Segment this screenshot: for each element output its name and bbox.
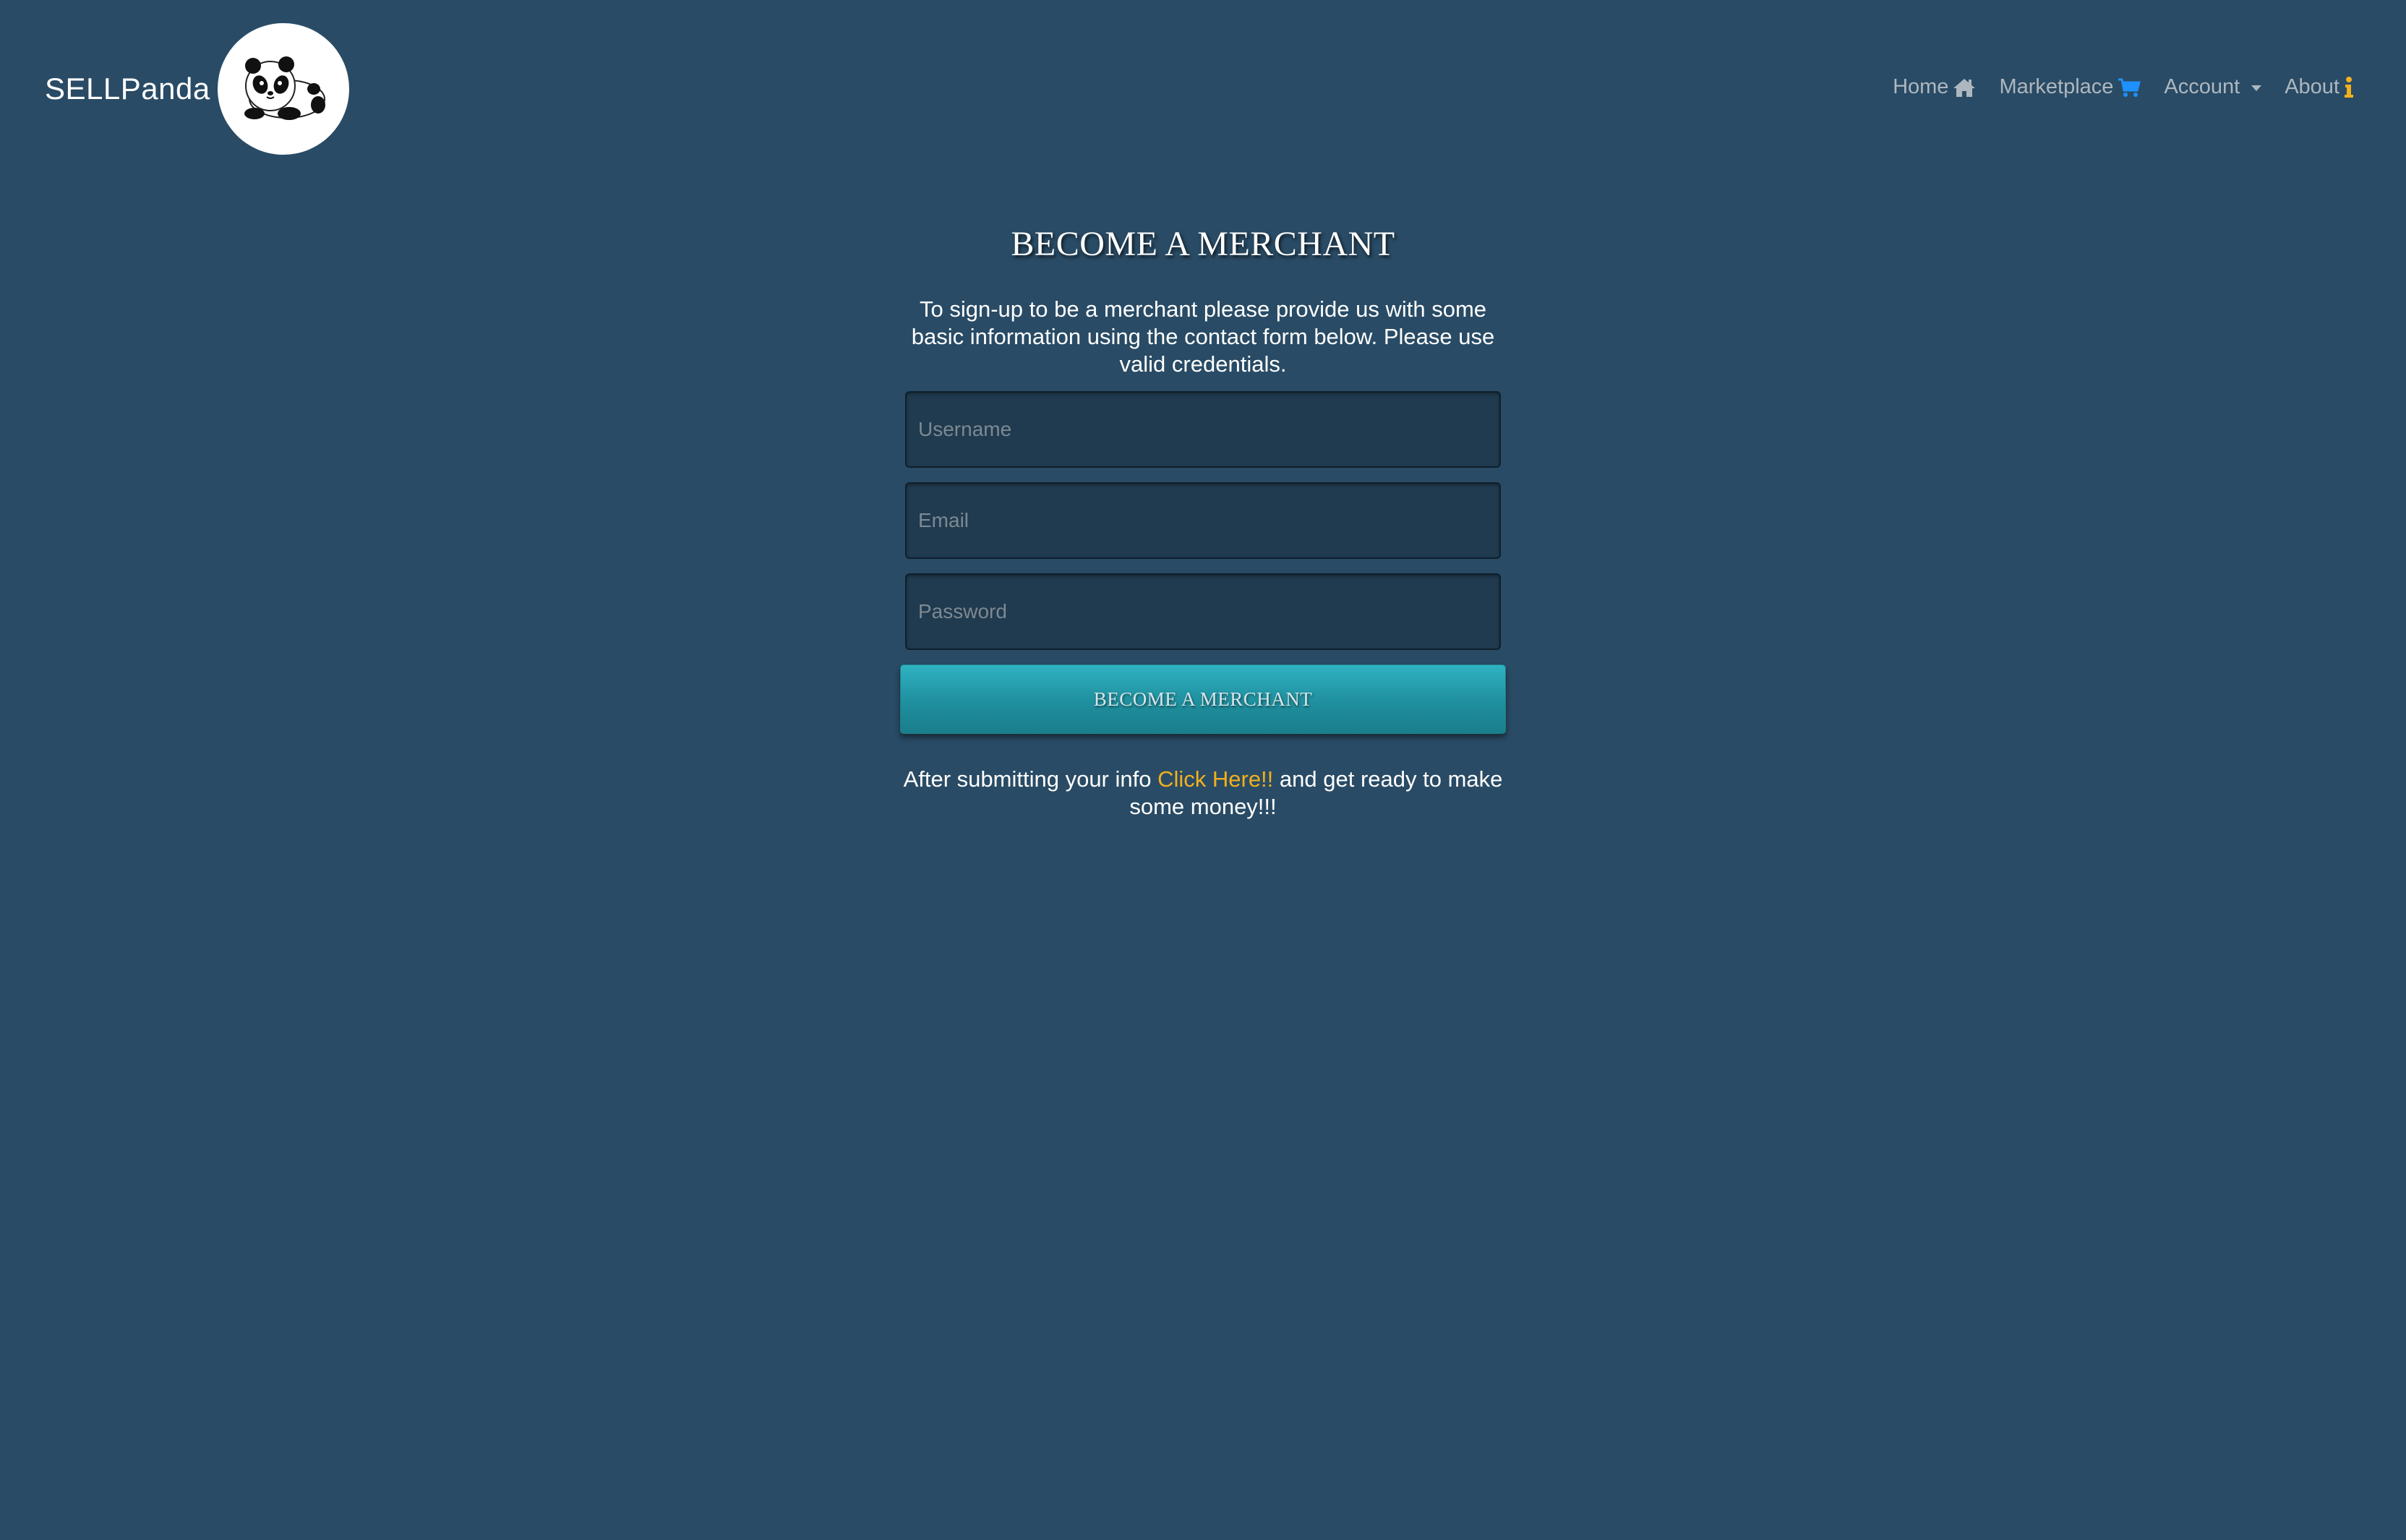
nav-about[interactable]: About [2285, 75, 2354, 99]
click-here-link[interactable]: Click Here!! [1157, 766, 1273, 792]
info-icon [2344, 76, 2354, 98]
caret-down-icon [2251, 85, 2262, 91]
nav-home[interactable]: Home [1893, 75, 1976, 99]
nav-home-label: Home [1893, 75, 1949, 98]
panda-logo-icon [244, 56, 325, 120]
home-icon [1953, 77, 1976, 98]
merchant-signup-form: BECOME A MERCHANT [899, 391, 1507, 734]
password-input[interactable] [905, 573, 1501, 650]
nav-menu: Home Marketplace Account About [1893, 75, 2354, 99]
nav-account-dropdown[interactable]: Account [2164, 75, 2262, 99]
navbar: SELLPanda Home Marketplace Account About [0, 0, 2406, 166]
after-text-before-link: After submitting your info [903, 766, 1158, 792]
after-submit-text: After submitting your info Click Here!! … [899, 766, 1507, 821]
nav-marketplace-label: Marketplace [1999, 75, 2114, 98]
cart-icon [2118, 77, 2141, 98]
email-input[interactable] [905, 482, 1501, 559]
page-title: BECOME A MERCHANT [1011, 225, 1395, 263]
nav-account-label: Account [2164, 75, 2240, 98]
panda-logo [217, 23, 349, 155]
nav-about-label: About [2285, 75, 2339, 98]
intro-text: To sign-up to be a merchant please provi… [911, 296, 1495, 377]
brand-name: SELLPanda [45, 72, 210, 106]
username-input[interactable] [905, 391, 1501, 468]
brand-link[interactable]: SELLPanda [45, 23, 349, 155]
nav-marketplace[interactable]: Marketplace [1999, 75, 2141, 99]
merchant-signup-section: BECOME A MERCHANT To sign-up to be a mer… [899, 217, 1507, 821]
become-merchant-button[interactable]: BECOME A MERCHANT [900, 664, 1506, 734]
